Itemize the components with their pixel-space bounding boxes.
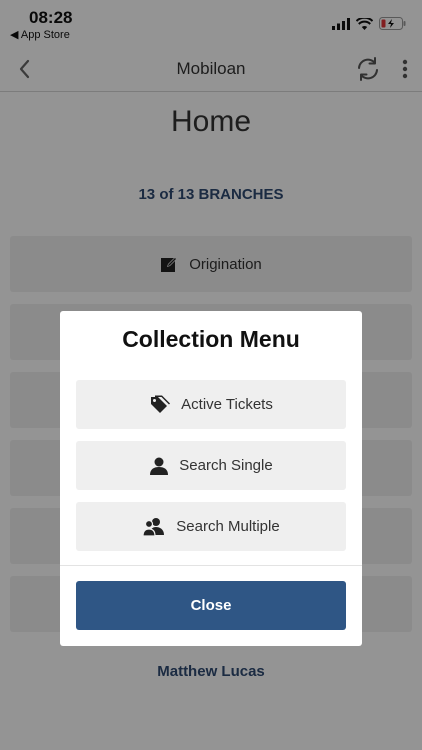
search-single-label: Search Single	[179, 457, 273, 474]
close-button[interactable]: Close	[76, 581, 346, 630]
search-multiple-button[interactable]: Search Multiple	[76, 502, 346, 551]
collection-menu-modal: Collection Menu Active Tickets Search Si…	[60, 311, 362, 646]
tag-icon	[149, 394, 171, 416]
modal-divider	[60, 565, 362, 566]
active-tickets-button[interactable]: Active Tickets	[76, 380, 346, 429]
person-icon	[149, 456, 169, 476]
search-multiple-label: Search Multiple	[176, 518, 280, 535]
modal-title: Collection Menu	[122, 326, 300, 352]
people-icon	[142, 517, 166, 537]
active-tickets-label: Active Tickets	[181, 396, 273, 413]
search-single-button[interactable]: Search Single	[76, 441, 346, 490]
